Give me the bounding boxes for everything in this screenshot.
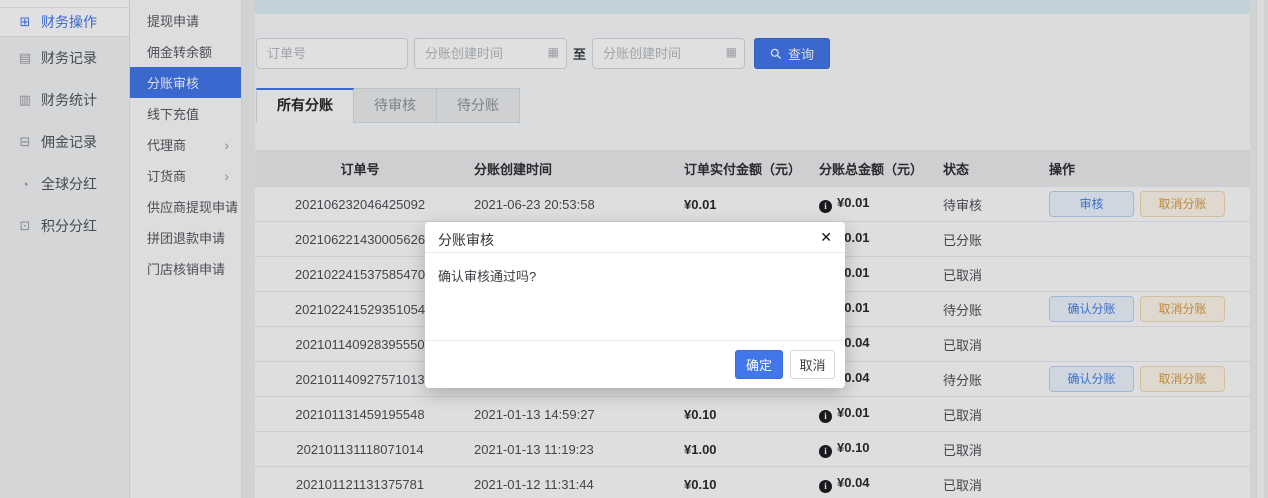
dialog-body-text: 确认审核通过吗? xyxy=(425,253,845,298)
split-review-dialog: 分账审核 ✕ 确认审核通过吗? 确定 取消 xyxy=(425,222,845,388)
confirm-button[interactable]: 确定 xyxy=(735,350,783,379)
dialog-header: 分账审核 ✕ xyxy=(425,222,845,253)
dialog-title: 分账审核 xyxy=(438,232,494,248)
close-icon[interactable]: ✕ xyxy=(820,228,832,246)
dialog-footer: 确定 取消 xyxy=(425,340,845,388)
cancel-button[interactable]: 取消 xyxy=(790,350,835,379)
app-window: ⊞财务操作▤财务记录▥财务统计⊟佣金记录◔全球分红⊡积分分红 提现申请佣金转余额… xyxy=(0,0,1268,498)
